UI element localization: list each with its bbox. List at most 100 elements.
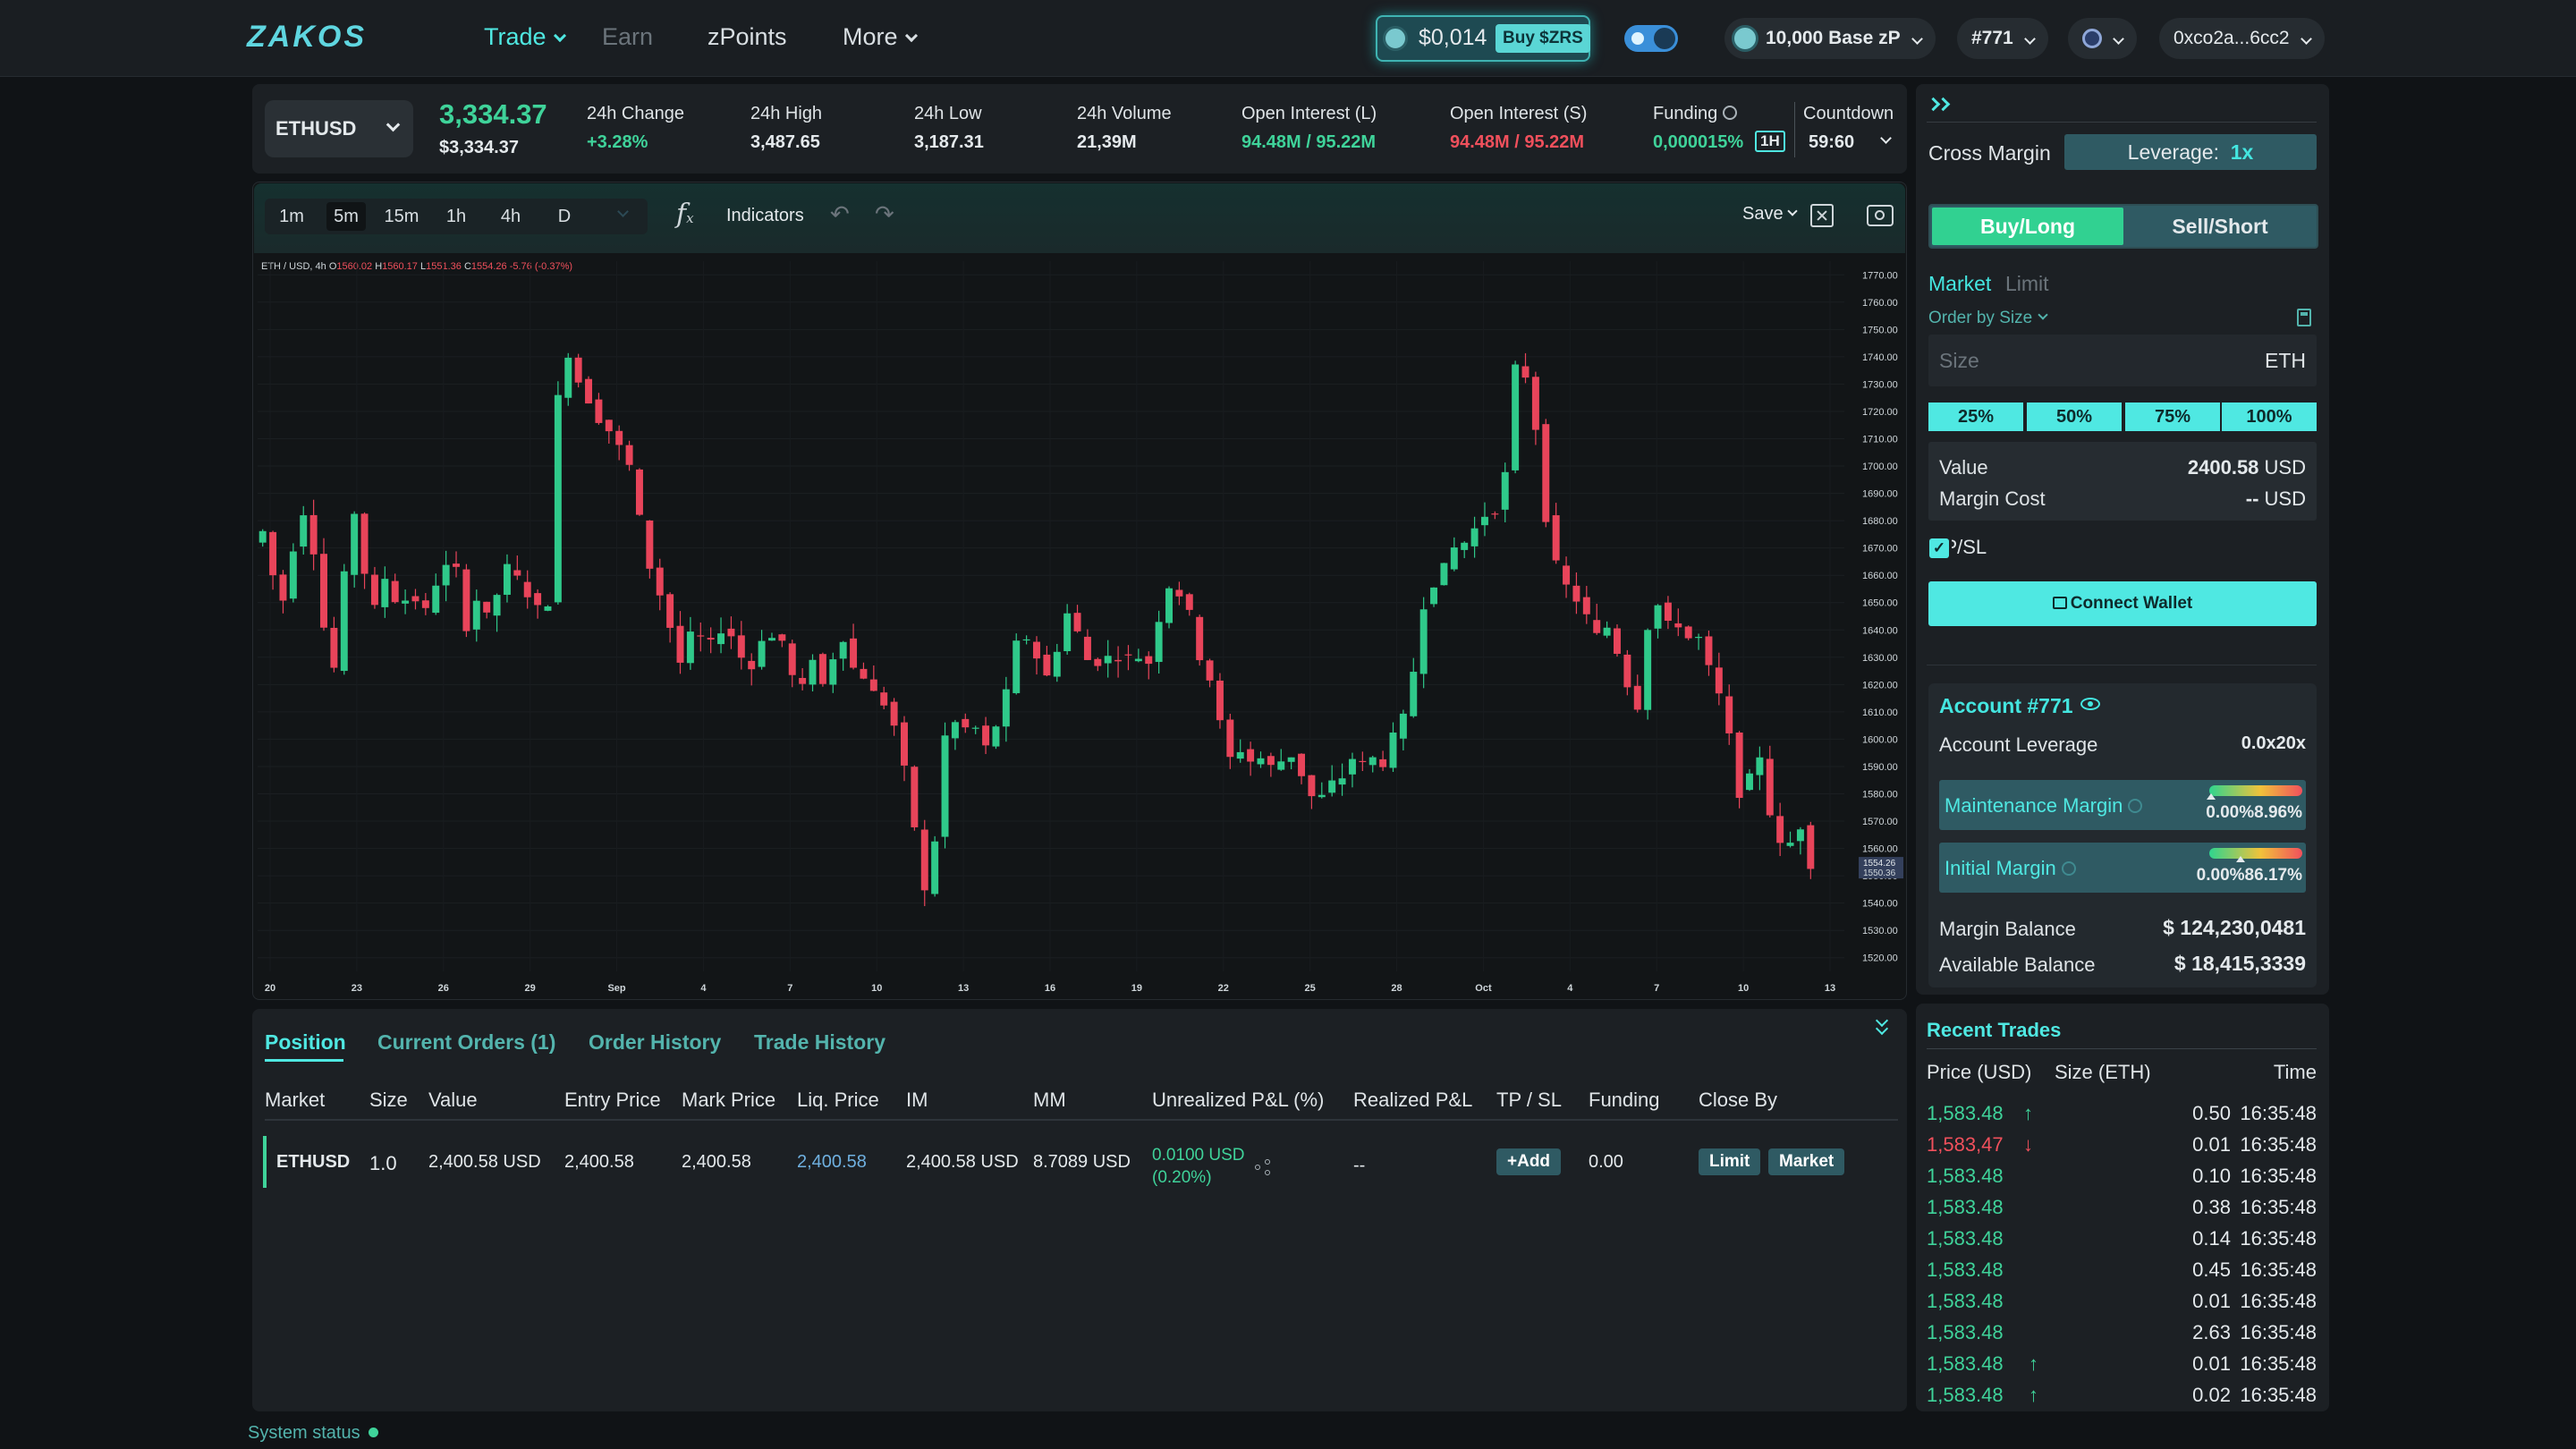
eye-icon[interactable]	[2080, 698, 2100, 710]
save-button[interactable]: Save	[1742, 204, 1798, 225]
y-tick-label: 1640.00	[1862, 625, 1898, 636]
candle-body	[1104, 656, 1112, 664]
candle-body	[1196, 616, 1204, 661]
market-selector[interactable]: ETHUSD	[265, 100, 413, 157]
nav-earn[interactable]: Earn	[602, 23, 653, 51]
y-tick-label: 1600.00	[1862, 734, 1898, 745]
price-chart[interactable]: 1770.00 1760.00 1750.00 1740.00 1730.00 1720.…	[254, 254, 1905, 998]
sell-short-button[interactable]: Sell/Short	[2125, 208, 2315, 245]
tpsl-checkbox[interactable]: ✓	[1929, 538, 1949, 558]
x-tick-label: 4	[700, 983, 707, 994]
x-tick-label: Sep	[607, 983, 625, 994]
trade-price: 1,583.48	[1927, 1321, 2004, 1343]
redo-icon[interactable]: ↷	[875, 200, 894, 228]
wallet-icon	[2052, 597, 2067, 609]
timeframe-15m[interactable]: 15m	[379, 202, 424, 231]
last-price-usd: $3,334.37	[439, 138, 519, 157]
stat-label-24h-change: 24h Change	[587, 104, 684, 123]
candle-body	[1654, 605, 1662, 629]
points-balance-dropdown[interactable]: 10,000 Base zP	[1724, 18, 1936, 59]
info-icon[interactable]	[1722, 106, 1737, 120]
order-type-limit[interactable]: Limit	[2005, 272, 2049, 296]
candle-body	[1277, 761, 1285, 770]
candle-body	[646, 520, 654, 569]
stat-value-oi-short: 94.48M / 95.22M	[1450, 132, 1585, 152]
size-25-button[interactable]: 25%	[1928, 402, 2023, 431]
tab-order-history[interactable]: Order History	[589, 1030, 721, 1055]
tab-current-orders[interactable]: Current Orders (1)	[377, 1030, 555, 1055]
nav-more[interactable]: More	[843, 23, 918, 51]
candle-body	[1328, 780, 1336, 793]
candle-body	[1603, 627, 1611, 636]
theme-toggle[interactable]	[1624, 25, 1678, 52]
stat-value-countdown: 59:60	[1809, 132, 1855, 152]
expand-icon[interactable]	[1926, 97, 1952, 114]
order-by-size-dropdown[interactable]: Order by Size	[1928, 309, 2048, 328]
network-dropdown[interactable]	[2068, 18, 2137, 59]
timeframe-5m[interactable]: 5m	[326, 202, 366, 231]
row-realized-pnl: --	[1353, 1156, 1366, 1175]
stat-value-24h-volume: 21,39M	[1077, 132, 1137, 152]
indicators-button[interactable]: Indicators	[726, 206, 804, 226]
timeframe-d[interactable]: D	[549, 202, 580, 231]
logo[interactable]: ZAKOS	[247, 20, 367, 55]
close-market-button[interactable]: Market	[1768, 1148, 1845, 1175]
buy-token-button[interactable]: Buy $ZRS	[1496, 24, 1590, 53]
info-icon[interactable]	[2128, 799, 2143, 813]
tab-position[interactable]: Position	[265, 1030, 346, 1055]
trade-price: 1,583.48	[1927, 1384, 2004, 1406]
fullscreen-icon[interactable]	[1810, 204, 1834, 227]
stat-label-24h-volume: 24h Volume	[1077, 104, 1172, 123]
trade-size: 0.01	[2192, 1290, 2231, 1312]
cross-margin-button[interactable]: Cross Margin	[1928, 141, 2051, 165]
system-status[interactable]: System status	[248, 1423, 379, 1444]
size-75-button[interactable]: 75%	[2125, 402, 2220, 431]
share-icon[interactable]	[1255, 1159, 1271, 1175]
account-dropdown[interactable]: #771	[1957, 18, 2048, 59]
size-50-button[interactable]: 50%	[2027, 402, 2122, 431]
y-tick-label: 1610.00	[1862, 708, 1898, 718]
row-market[interactable]: ETHUSD	[276, 1152, 350, 1173]
size-100-button[interactable]: 100%	[2222, 402, 2317, 431]
trade-size: 0.10	[2192, 1165, 2231, 1187]
wallet-dropdown[interactable]: 0xco2a...6cc2	[2159, 18, 2325, 59]
leverage-button[interactable]: Leverage: 1x	[2064, 134, 2317, 170]
connect-wallet-button[interactable]: Connect Wallet	[1928, 581, 2317, 626]
close-limit-button[interactable]: Limit	[1699, 1148, 1761, 1175]
candle-body	[1073, 613, 1081, 631]
candle-body	[717, 633, 725, 645]
undo-icon[interactable]: ↶	[830, 200, 850, 228]
add-tpsl-button[interactable]: +Add	[1496, 1148, 1562, 1175]
top-nav: ZAKOS Trade Earn zPoints More $0,014 Buy…	[0, 0, 2576, 77]
indicators-icon[interactable]: fx	[676, 199, 694, 230]
candle-body	[971, 727, 979, 729]
y-tick-label: 1560.00	[1862, 844, 1898, 855]
col-entry-price: Entry Price	[564, 1089, 661, 1111]
timeframe-4h[interactable]: 4h	[494, 202, 528, 231]
candle-body	[799, 677, 807, 684]
status-dot	[369, 1428, 379, 1437]
timeframe-1m[interactable]: 1m	[274, 202, 309, 231]
size-input[interactable]	[1928, 335, 2317, 386]
arrow-up-icon: ↑	[2023, 1102, 2033, 1124]
info-icon[interactable]	[2061, 861, 2076, 876]
nav-trade[interactable]: Trade	[484, 23, 566, 51]
candle-body	[1267, 756, 1275, 766]
candle-body	[1053, 651, 1061, 677]
timeframe-1h[interactable]: 1h	[440, 202, 472, 231]
order-type-market[interactable]: Market	[1928, 272, 1991, 296]
trade-time: 16:35:48	[2240, 1321, 2317, 1343]
candle-body	[1735, 732, 1743, 799]
candle-body	[1480, 516, 1488, 526]
buy-long-button[interactable]: Buy/Long	[1932, 208, 2123, 245]
tab-trade-history[interactable]: Trade History	[754, 1030, 886, 1055]
candle-body	[1298, 753, 1306, 776]
camera-icon[interactable]	[1867, 205, 1894, 226]
candle-body	[1094, 658, 1102, 666]
candle-body	[635, 469, 643, 515]
candle-body	[1756, 757, 1764, 775]
collapse-icon[interactable]	[1875, 1013, 1889, 1039]
calculator-icon[interactable]	[2297, 309, 2311, 326]
arrow-down-icon: ↓	[2023, 1133, 2033, 1156]
nav-zpoints[interactable]: zPoints	[708, 23, 787, 51]
